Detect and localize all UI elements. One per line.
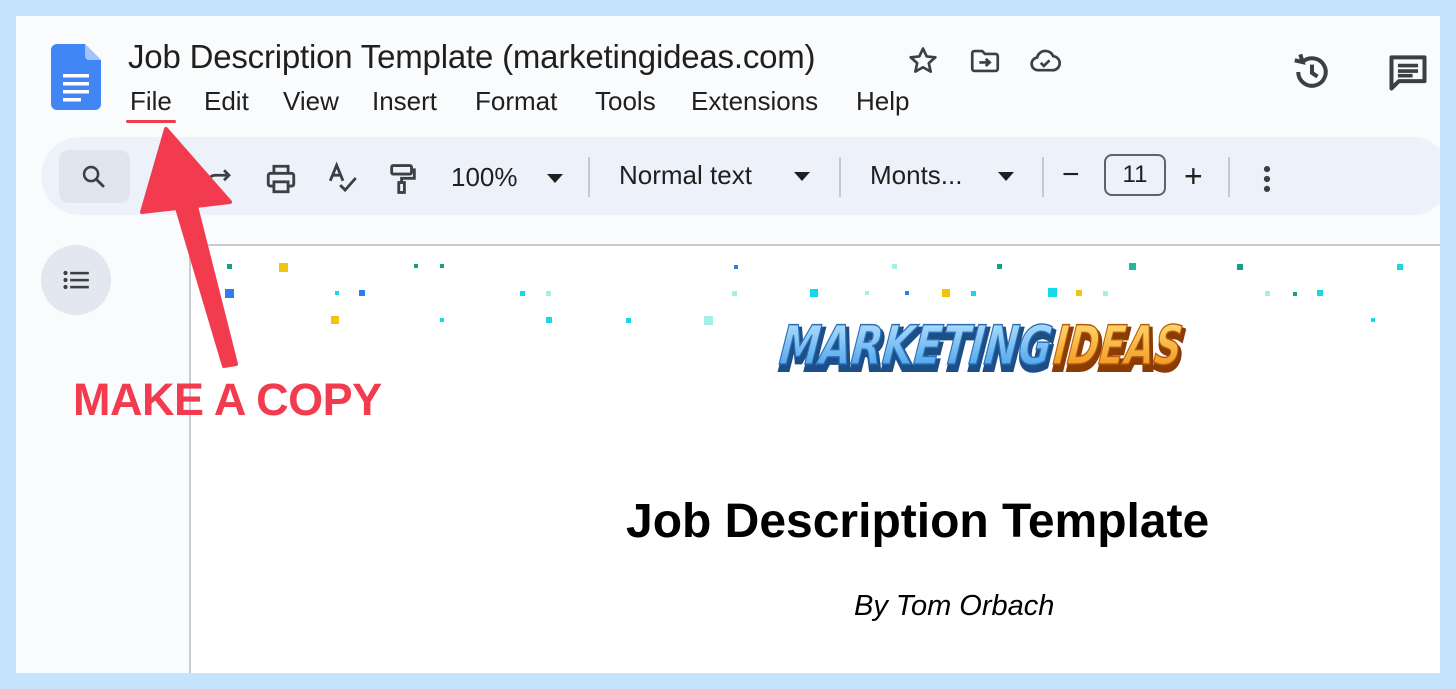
star-icon[interactable] <box>906 44 940 78</box>
decorative-pixel <box>905 291 909 295</box>
google-docs-window: Job Description Template (marketingideas… <box>16 16 1440 673</box>
menu-extensions[interactable]: Extensions <box>691 86 818 117</box>
font-size-input[interactable]: 11 <box>1104 154 1166 196</box>
decorative-pixel <box>1237 264 1243 270</box>
document-byline: By Tom Orbach <box>854 590 1055 622</box>
decorative-pixel <box>971 291 976 296</box>
decorative-pixel <box>335 291 339 295</box>
menu-file[interactable]: File <box>130 86 172 117</box>
decorative-pixel <box>1293 292 1297 296</box>
decorative-pixel <box>1317 290 1323 296</box>
decorative-pixel <box>865 291 869 295</box>
toolbar-divider <box>1042 157 1044 197</box>
menu-insert[interactable]: Insert <box>372 86 437 117</box>
comments-icon[interactable] <box>1386 50 1430 94</box>
paragraph-style-select[interactable]: Normal text <box>619 160 752 191</box>
decorative-pixel <box>1265 291 1270 296</box>
spellcheck-icon[interactable] <box>326 160 360 196</box>
menu-view[interactable]: View <box>283 86 339 117</box>
toolbar-divider <box>839 157 841 197</box>
search-icon <box>82 165 105 188</box>
zoom-select[interactable]: 100% <box>451 162 518 193</box>
font-select[interactable]: Monts... <box>870 160 962 191</box>
version-history-icon[interactable] <box>1290 50 1334 94</box>
logo-text-ideas: IDEAS <box>1051 314 1186 377</box>
decorative-pixel <box>1076 290 1082 296</box>
decorative-pixel <box>810 289 818 297</box>
more-options-icon[interactable] <box>1256 162 1278 196</box>
menu-edit[interactable]: Edit <box>204 86 249 117</box>
zoom-caret-icon[interactable] <box>547 174 563 183</box>
document-outline-button[interactable] <box>41 245 111 315</box>
decorative-pixel <box>440 264 444 268</box>
decorative-pixel <box>626 318 631 323</box>
search-menus-button[interactable] <box>59 150 130 203</box>
increase-font-size-button[interactable]: + <box>1184 158 1203 195</box>
marketing-ideas-logo: MARKETING MARKETING IDEAS IDEAS <box>775 313 1190 379</box>
list-icon <box>63 270 89 290</box>
font-caret-icon[interactable] <box>998 172 1014 181</box>
logo-text-marketing: MARKETING <box>777 314 1056 377</box>
decorative-pixel <box>227 264 232 269</box>
decorative-pixel <box>331 316 339 324</box>
style-caret-icon[interactable] <box>794 172 810 181</box>
file-menu-underline <box>126 120 176 123</box>
decorative-pixel <box>1371 318 1375 322</box>
document-heading: Job Description Template <box>626 495 1210 548</box>
menu-help[interactable]: Help <box>856 86 909 117</box>
decorative-pixel <box>734 265 738 269</box>
decorative-pixel <box>546 317 552 323</box>
decorative-pixel <box>546 291 551 296</box>
decorative-pixel <box>732 291 737 296</box>
menu-format[interactable]: Format <box>475 86 557 117</box>
paint-format-icon[interactable] <box>386 160 420 198</box>
decorative-pixel <box>440 318 444 322</box>
decorative-pixel <box>1103 291 1108 296</box>
menu-tools[interactable]: Tools <box>595 86 656 117</box>
cloud-saved-icon[interactable] <box>1028 44 1062 78</box>
decorative-pixel <box>279 263 288 272</box>
document-title[interactable]: Job Description Template (marketingideas… <box>128 38 816 76</box>
decorative-pixel <box>1048 288 1057 297</box>
decorative-pixel <box>520 291 525 296</box>
google-docs-icon[interactable] <box>51 44 101 110</box>
toolbar-divider <box>1228 157 1230 197</box>
decorative-pixel <box>892 264 897 269</box>
print-icon[interactable] <box>264 162 298 196</box>
move-to-folder-icon[interactable] <box>968 44 1002 78</box>
decrease-font-size-button[interactable]: − <box>1062 158 1080 192</box>
redo-icon[interactable] <box>204 164 234 194</box>
decorative-pixel <box>1129 263 1136 270</box>
toolbar-divider <box>588 157 590 197</box>
decorative-pixel <box>359 290 365 296</box>
decorative-pixel <box>942 289 950 297</box>
decorative-pixel <box>997 264 1002 269</box>
decorative-pixel <box>414 264 418 268</box>
decorative-pixel <box>225 289 234 298</box>
make-a-copy-annotation: MAKE A COPY <box>73 374 382 425</box>
decorative-pixel <box>704 316 713 325</box>
decorative-pixel <box>1397 264 1403 270</box>
